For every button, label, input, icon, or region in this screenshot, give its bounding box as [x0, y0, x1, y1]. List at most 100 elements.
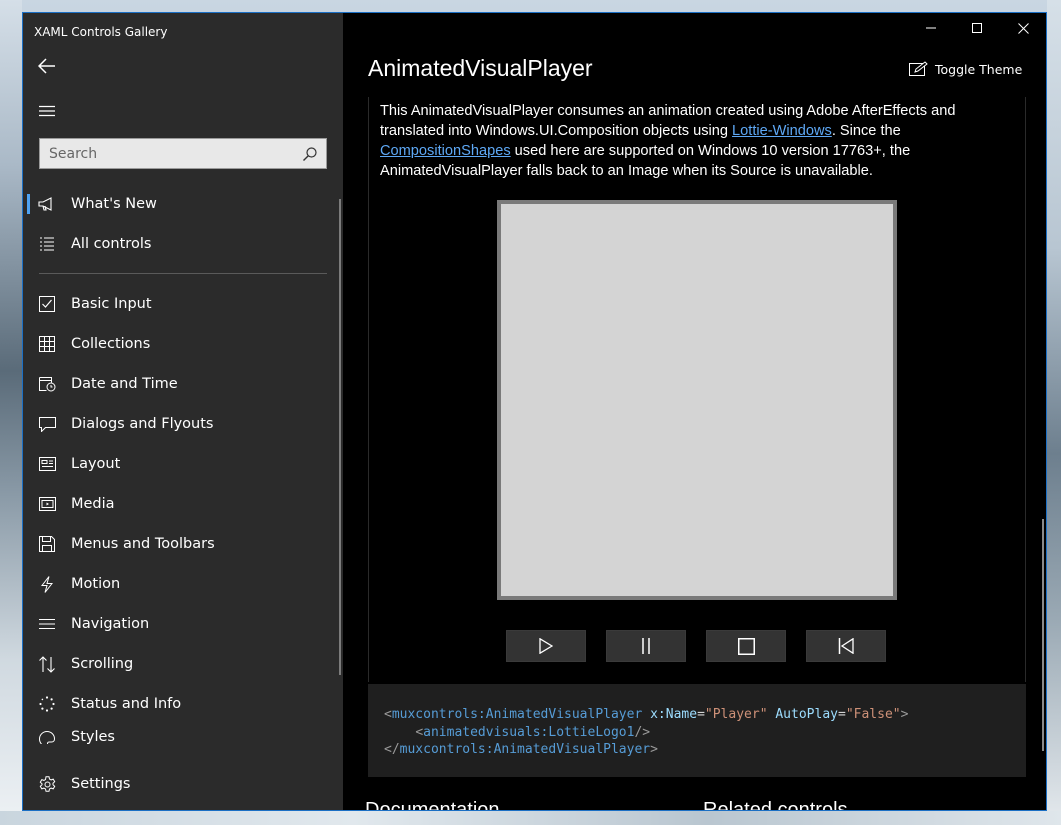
- code-token: <: [415, 724, 424, 740]
- page-title: AnimatedVisualPlayer: [368, 55, 593, 81]
- pause-icon: [642, 638, 650, 654]
- speech-bubble-icon: [37, 414, 57, 434]
- nav-item-label: What's New: [71, 196, 157, 212]
- content-area: AnimatedVisualPlayer Toggle Theme This A…: [343, 13, 1046, 810]
- xaml-code-block: <muxcontrols:AnimatedVisualPlayer x:Name…: [368, 684, 1026, 777]
- nav-item-whats-new[interactable]: What's New: [23, 184, 343, 224]
- maximize-button[interactable]: [954, 13, 1000, 43]
- nav-item-label: Basic Input: [71, 296, 152, 312]
- nav-item-dialogs-and-flyouts[interactable]: Dialogs and Flyouts: [23, 404, 343, 444]
- minimize-icon: [926, 27, 936, 29]
- code-token: "False": [845, 707, 901, 722]
- nav-item-label: Media: [71, 496, 115, 512]
- desktop-background-left: [0, 0, 22, 825]
- content-scrollbar[interactable]: [1042, 519, 1044, 751]
- rewind-button[interactable]: [806, 630, 886, 662]
- scroll-arrows-icon: [37, 654, 57, 674]
- code-token: />: [634, 724, 651, 740]
- search-input[interactable]: [40, 145, 290, 162]
- close-button[interactable]: [1000, 13, 1046, 43]
- layout-icon: [37, 454, 57, 474]
- nav-item-label: Navigation: [71, 616, 150, 632]
- lottie-windows-link[interactable]: Lottie-Windows: [732, 123, 832, 139]
- nav-item-scrolling[interactable]: Scrolling: [23, 644, 343, 684]
- nav-item-label: Dialogs and Flyouts: [71, 416, 214, 432]
- settings-label: Settings: [71, 776, 131, 792]
- close-icon: [1017, 22, 1029, 34]
- code-token: animatedvisuals:LottieLogo1: [423, 724, 635, 740]
- sidebar-scrollbar[interactable]: [339, 199, 341, 675]
- navigation-icon: [37, 614, 57, 634]
- nav-item-styles[interactable]: Styles: [23, 724, 343, 744]
- stop-button[interactable]: [706, 630, 786, 662]
- minimize-button[interactable]: [908, 13, 954, 43]
- code-token: muxcontrols:AnimatedVisualPlayer: [399, 742, 651, 757]
- nav-item-motion[interactable]: Motion: [23, 564, 343, 604]
- animated-visual-player: [497, 200, 897, 600]
- nav-item-label: Motion: [71, 576, 121, 592]
- nav-item-all-controls[interactable]: All controls: [23, 224, 343, 264]
- search-icon[interactable]: [302, 146, 318, 162]
- nav-item-media[interactable]: Media: [23, 484, 343, 524]
- gear-icon: [37, 774, 57, 794]
- lightning-icon: [37, 574, 57, 594]
- footer-headings: Documentation Related controls: [365, 799, 1025, 811]
- nav-item-label: All controls: [71, 236, 152, 252]
- app-window: XAML Controls Gallery What's New: [22, 12, 1047, 811]
- search-box[interactable]: [39, 138, 327, 169]
- nav-item-label: Menus and Toolbars: [71, 536, 215, 552]
- toggle-theme-button[interactable]: Toggle Theme: [908, 59, 1022, 79]
- stop-icon: [737, 637, 755, 655]
- nav-item-date-and-time[interactable]: Date and Time: [23, 364, 343, 404]
- checkbox-icon: [37, 294, 57, 314]
- composition-shapes-link[interactable]: CompositionShapes: [380, 143, 511, 159]
- progress-ring-icon: [37, 694, 57, 714]
- nav-item-label: Status and Info: [71, 696, 182, 712]
- nav-item-label: Date and Time: [71, 376, 178, 392]
- player-controls: [506, 630, 886, 662]
- maximize-icon: [972, 23, 982, 33]
- nav-item-navigation[interactable]: Navigation: [23, 604, 343, 644]
- code-token: x:Name: [650, 707, 698, 722]
- desktop-background-bottom: [0, 811, 1061, 825]
- code-token: >: [900, 707, 909, 722]
- nav-item-status-and-info[interactable]: Status and Info: [23, 684, 343, 724]
- related-controls-heading: Related controls: [703, 799, 848, 811]
- nav-item-collections[interactable]: Collections: [23, 324, 343, 364]
- back-button[interactable]: [35, 55, 59, 77]
- hamburger-icon: [39, 105, 55, 117]
- palette-icon: [37, 729, 57, 744]
- grid-icon: [37, 334, 57, 354]
- code-token: <: [384, 707, 392, 722]
- toggle-theme-label: Toggle Theme: [935, 61, 1023, 77]
- settings-button[interactable]: Settings: [23, 764, 343, 804]
- nav-item-label: Layout: [71, 456, 121, 472]
- theme-edit-icon: [908, 59, 928, 79]
- pause-button[interactable]: [606, 630, 686, 662]
- nav-item-label: Styles: [71, 729, 115, 744]
- documentation-heading: Documentation: [365, 799, 500, 811]
- nav-item-menus-and-toolbars[interactable]: Menus and Toolbars: [23, 524, 343, 564]
- navigation-pane: XAML Controls Gallery What's New: [23, 13, 343, 810]
- nav-item-basic-input[interactable]: Basic Input: [23, 284, 343, 324]
- code-token: "Player": [704, 707, 768, 722]
- play-button[interactable]: [506, 630, 586, 662]
- code-token: </: [384, 742, 400, 757]
- calendar-clock-icon: [37, 374, 57, 394]
- code-token: >: [650, 742, 658, 757]
- nav-separator: [39, 273, 327, 274]
- back-arrow-icon: [38, 58, 55, 74]
- megaphone-icon: [37, 194, 57, 214]
- skip-back-icon: [838, 638, 854, 654]
- nav-item-layout[interactable]: Layout: [23, 444, 343, 484]
- hamburger-menu-button[interactable]: [35, 101, 59, 121]
- list-icon: [37, 234, 57, 254]
- caption-buttons: [908, 13, 1046, 43]
- code-token: muxcontrols:AnimatedVisualPlayer: [391, 707, 643, 722]
- description-text: . Since the: [831, 123, 901, 139]
- nav-item-label: Collections: [71, 336, 151, 352]
- app-title: XAML Controls Gallery: [34, 25, 168, 39]
- nav-item-label: Scrolling: [71, 656, 134, 672]
- desktop-background-right: [1047, 0, 1061, 825]
